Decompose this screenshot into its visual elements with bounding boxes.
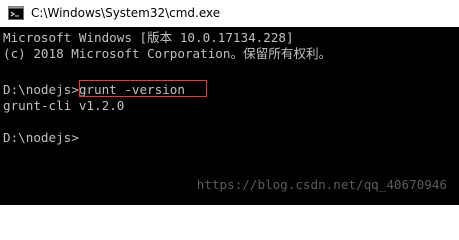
watermark: https://blog.csdn.net/qq_40670946	[196, 177, 447, 192]
console-line-result: grunt-cli v1.2.0	[3, 98, 125, 113]
console-line-version: Microsoft Windows [版本 10.0.17134.228]	[3, 30, 294, 45]
console-output[interactable]: Microsoft Windows [版本 10.0.17134.228] (c…	[0, 27, 459, 205]
cmd-window: C:\Windows\System32\cmd.exe Microsoft Wi…	[0, 0, 459, 205]
console-line-prompt: D:\nodejs>	[3, 130, 79, 145]
cmd-icon	[8, 6, 24, 20]
command-highlight-box	[79, 80, 207, 97]
title-bar[interactable]: C:\Windows\System32\cmd.exe	[0, 0, 459, 27]
console-line-copyright: (c) 2018 Microsoft Corporation。保留所有权利。	[3, 46, 332, 61]
window-title: C:\Windows\System32\cmd.exe	[31, 6, 221, 20]
